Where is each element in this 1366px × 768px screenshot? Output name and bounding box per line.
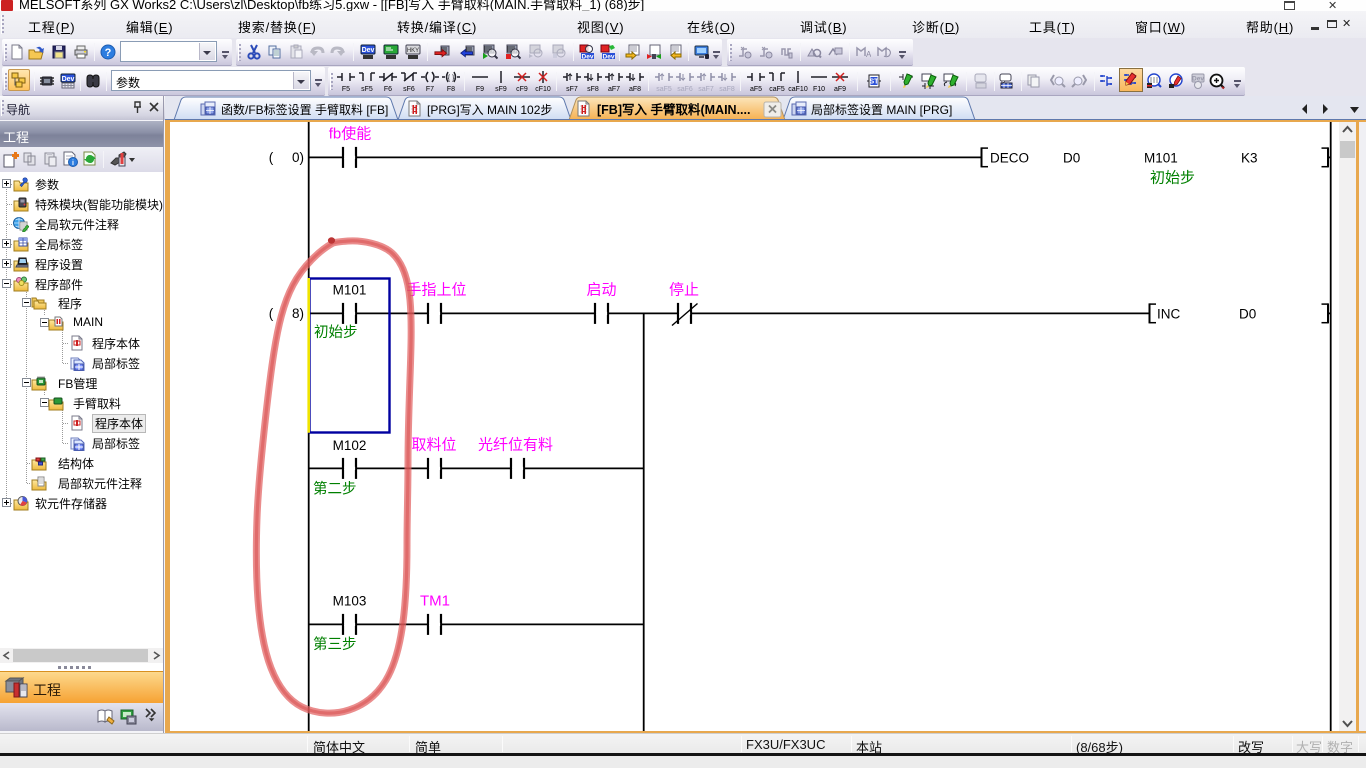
- svg-text:fb使能: fb使能: [329, 126, 372, 143]
- svg-text:{ }: { }: [448, 75, 455, 82]
- svg-text:saF5: saF5: [656, 86, 672, 92]
- svg-text:i: i: [72, 160, 74, 167]
- svg-text:F10: F10: [813, 86, 825, 92]
- svg-text:sF9: sF9: [495, 86, 507, 92]
- svg-text:第三步: 第三步: [313, 635, 357, 653]
- svg-text:A: A: [866, 50, 871, 59]
- svg-text:初始步: 初始步: [314, 324, 358, 341]
- svg-text:caF5: caF5: [769, 86, 785, 92]
- svg-text:F5: F5: [342, 86, 350, 92]
- svg-text:aF7: aF7: [608, 86, 620, 92]
- svg-text:DECO: DECO: [990, 151, 1029, 166]
- svg-text:sF7: sF7: [566, 86, 578, 92]
- svg-text:M102: M102: [333, 438, 367, 453]
- svg-text:F8: F8: [447, 86, 455, 92]
- svg-text:ST: ST: [870, 79, 880, 86]
- svg-text:Dev: Dev: [62, 76, 75, 83]
- svg-text:aF5: aF5: [750, 86, 762, 92]
- svg-text:局部标签设置 MAIN [PRG]: 局部标签设置 MAIN [PRG]: [811, 102, 952, 117]
- svg-text:初始步: 初始步: [1150, 170, 1195, 187]
- svg-text:HKY: HKY: [407, 48, 419, 54]
- svg-text:Dev: Dev: [603, 54, 615, 61]
- svg-text:F7: F7: [426, 86, 434, 92]
- svg-text:TM1: TM1: [420, 593, 450, 610]
- svg-text:D0: D0: [1239, 307, 1256, 322]
- svg-text:函数/FB标签设置 手臂取料 [FB]: 函数/FB标签设置 手臂取料 [FB]: [221, 102, 388, 117]
- svg-text:手指上位: 手指上位: [406, 282, 466, 299]
- svg-text:sF5: sF5: [361, 86, 373, 92]
- svg-text:cF9: cF9: [516, 86, 528, 92]
- svg-text:取料位: 取料位: [411, 437, 456, 454]
- svg-text:光纤位有料: 光纤位有料: [478, 437, 553, 454]
- svg-text:aF8: aF8: [629, 86, 641, 92]
- svg-text:aF9: aF9: [834, 86, 846, 92]
- svg-text:M103: M103: [333, 594, 367, 609]
- svg-text:INC: INC: [1157, 307, 1181, 322]
- svg-text:M101: M101: [1144, 151, 1178, 166]
- svg-text:sF8: sF8: [587, 86, 599, 92]
- svg-text:M101: M101: [333, 283, 367, 298]
- svg-text:F6: F6: [384, 86, 392, 92]
- svg-text:saF7: saF7: [698, 86, 714, 92]
- svg-text:[FB]写入 手臂取料(MAIN....: [FB]写入 手臂取料(MAIN....: [597, 102, 750, 117]
- svg-text:Dev: Dev: [362, 47, 375, 54]
- svg-text:saF8: saF8: [719, 86, 735, 92]
- svg-text:启动: 启动: [586, 282, 616, 299]
- svg-text:?: ?: [105, 47, 112, 59]
- svg-text:第二步: 第二步: [313, 480, 357, 498]
- svg-text:saF6: saF6: [677, 86, 693, 92]
- svg-text:( 0): ( 0): [269, 150, 304, 165]
- svg-text:停止: 停止: [669, 282, 699, 299]
- svg-text:sF6: sF6: [403, 86, 415, 92]
- svg-text:F9: F9: [476, 86, 484, 92]
- svg-text:Dev: Dev: [582, 54, 594, 61]
- svg-text:K3: K3: [1241, 151, 1258, 166]
- svg-text:caF10: caF10: [788, 86, 808, 92]
- svg-text:cF10: cF10: [535, 86, 551, 92]
- svg-text:D0: D0: [1063, 151, 1080, 166]
- svg-text:[PRG]写入 MAIN 102步: [PRG]写入 MAIN 102步: [427, 103, 552, 117]
